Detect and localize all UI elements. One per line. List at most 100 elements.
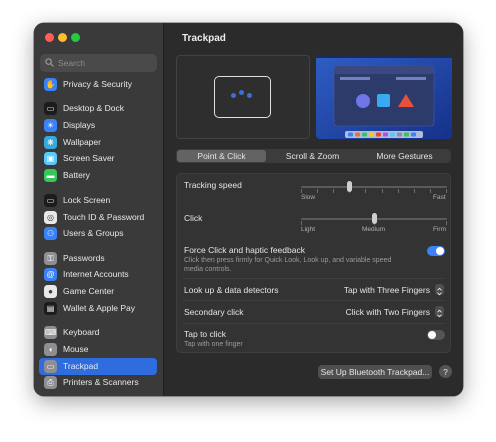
slider-tick (301, 189, 302, 193)
click-light-label: Light (301, 226, 316, 233)
sidebar-item-touch-id-password[interactable]: ◎ Touch ID & Password (39, 209, 157, 226)
sidebar-item-label: Mouse (63, 344, 89, 354)
finger-dot (247, 93, 252, 98)
gesture-preview-video (316, 55, 452, 139)
sidebar-item-trackpad[interactable]: ▭ Trackpad (39, 358, 157, 375)
sidebar-item-privacy-security[interactable]: ✋ Privacy & Security (39, 76, 157, 93)
slider-tick (413, 189, 415, 193)
search-field[interactable] (40, 54, 157, 72)
page-title: Trackpad (182, 33, 226, 44)
sidebar-item-printers-scanners[interactable]: ⎙ Printers & Scanners (39, 374, 157, 391)
sidebar-item-label: Touch ID & Password (63, 212, 145, 222)
trackpad-illustration-icon (214, 76, 271, 118)
sidebar-item-label: Wallpaper (63, 137, 101, 147)
finger-dot (239, 90, 244, 95)
sidebar-item-label: Battery (63, 170, 90, 180)
sidebar-item-passwords[interactable]: ⚿ Passwords (39, 250, 157, 267)
look-up-label: Look up & data detectors (184, 285, 279, 295)
dock-icon: ▭ (44, 102, 57, 115)
secondary-click-label: Secondary click (184, 307, 244, 317)
toggle-thumb (428, 331, 436, 339)
tracking-speed-slider[interactable] (301, 180, 447, 194)
zoom-window-button[interactable] (71, 33, 80, 42)
click-firmness-knob[interactable] (371, 213, 377, 224)
fingerprint-icon: ◎ (44, 211, 57, 224)
toggle-thumb (436, 247, 444, 255)
lock-screen-icon: ▭ (44, 194, 57, 207)
screen-saver-icon: ▣ (44, 152, 57, 165)
slider-tick (446, 189, 447, 193)
sidebar-item-label: Privacy & Security (63, 79, 132, 89)
sidebar-item-label: Users & Groups (63, 228, 124, 238)
click-firm-label: Firm (433, 226, 446, 233)
sidebar-item-keyboard[interactable]: ⌨ Keyboard (39, 324, 157, 341)
secondary-click-updown-icon[interactable] (435, 306, 444, 318)
slider-tick (317, 189, 319, 193)
key-icon: ⚿ (44, 252, 57, 265)
slider-tick (333, 189, 335, 193)
sidebar-item-lock-screen[interactable]: ▭ Lock Screen (39, 192, 157, 209)
set-up-bluetooth-trackpad-button[interactable]: Set Up Bluetooth Trackpad... (318, 365, 432, 379)
tap-to-click-label: Tap to click (184, 329, 227, 339)
sidebar-item-wallpaper[interactable]: ❋ Wallpaper (39, 134, 157, 151)
sidebar-item-label: Wallet & Apple Pay (63, 303, 135, 313)
slider-tick (397, 189, 399, 193)
divider (183, 323, 444, 324)
slider-tick (365, 189, 367, 193)
tab-scroll-zoom[interactable]: Scroll & Zoom (268, 150, 357, 162)
game-center-icon: ● (44, 285, 57, 298)
click-label: Click (184, 213, 203, 223)
wallet-icon: ▤ (44, 302, 57, 315)
finger-dot (231, 93, 236, 98)
sidebar-item-label: Keyboard (63, 327, 100, 337)
slider-tick (446, 221, 447, 225)
help-button[interactable]: ? (439, 365, 452, 378)
at-icon: @ (44, 268, 57, 281)
sidebar-item-wallet-apple-pay[interactable]: ▤ Wallet & Apple Pay (39, 300, 157, 317)
wallpaper-icon: ❋ (44, 136, 57, 149)
mouse-icon: ◖ (44, 343, 57, 356)
gesture-preview-diagram (176, 55, 310, 139)
sidebar-item-game-center[interactable]: ● Game Center (39, 283, 157, 300)
tab-more-gestures[interactable]: More Gestures (360, 150, 449, 162)
sidebar-item-label: Trackpad (63, 361, 99, 371)
sidebar-item-mouse[interactable]: ◖ Mouse (39, 341, 157, 358)
sidebar-item-displays[interactable]: ☀ Displays (39, 117, 157, 134)
force-click-toggle[interactable] (427, 246, 445, 256)
click-firmness-slider[interactable] (301, 212, 447, 226)
sidebar-item-label: Screen Saver (63, 153, 115, 163)
slider-track (301, 186, 447, 188)
slider-tick (429, 189, 431, 193)
slider-tick (301, 221, 302, 225)
tracking-speed-knob[interactable] (346, 181, 352, 192)
preview-desktop-image (316, 55, 452, 139)
hand-icon: ✋ (44, 78, 57, 91)
slider-max-label: Fast (433, 194, 446, 201)
keyboard-icon: ⌨ (44, 326, 57, 339)
sidebar-item-users-groups[interactable]: ⚇ Users & Groups (39, 225, 157, 242)
tab-point-click[interactable]: Point & Click (177, 150, 266, 162)
force-click-description: Click then press firmly for Quick Look, … (184, 257, 392, 273)
close-window-button[interactable] (45, 33, 54, 42)
search-input[interactable] (58, 55, 152, 71)
look-up-popup[interactable]: Tap with Three Fingers (344, 285, 430, 295)
sidebar: ✋ Privacy & Security ▭ Desktop & Dock ☀ Displ… (34, 23, 164, 396)
settings-panel: Tracking speed Slow Fast Click Light Med… (176, 173, 451, 353)
minimize-window-button[interactable] (58, 33, 67, 42)
sidebar-item-screen-saver[interactable]: ▣ Screen Saver (39, 150, 157, 167)
main-content: Trackpad Point & Click Scroll & Zoom Mor… (164, 23, 463, 396)
sidebar-item-label: Printers & Scanners (63, 377, 139, 387)
sidebar-item-label: Internet Accounts (63, 269, 129, 279)
sidebar-item-battery[interactable]: ▬ Battery (39, 167, 157, 184)
slider-min-label: Slow (301, 194, 316, 201)
battery-icon: ▬ (44, 169, 57, 182)
settings-window: ✋ Privacy & Security ▭ Desktop & Dock ☀ Displ… (34, 23, 463, 396)
sidebar-item-internet-accounts[interactable]: @ Internet Accounts (39, 266, 157, 283)
tap-to-click-toggle[interactable] (427, 330, 445, 340)
click-medium-label: Medium (362, 226, 386, 233)
sidebar-item-desktop-dock[interactable]: ▭ Desktop & Dock (39, 100, 157, 117)
look-up-updown-icon[interactable] (435, 284, 444, 296)
users-icon: ⚇ (44, 227, 57, 240)
search-icon (45, 58, 54, 67)
secondary-click-popup[interactable]: Click with Two Fingers (346, 307, 430, 317)
